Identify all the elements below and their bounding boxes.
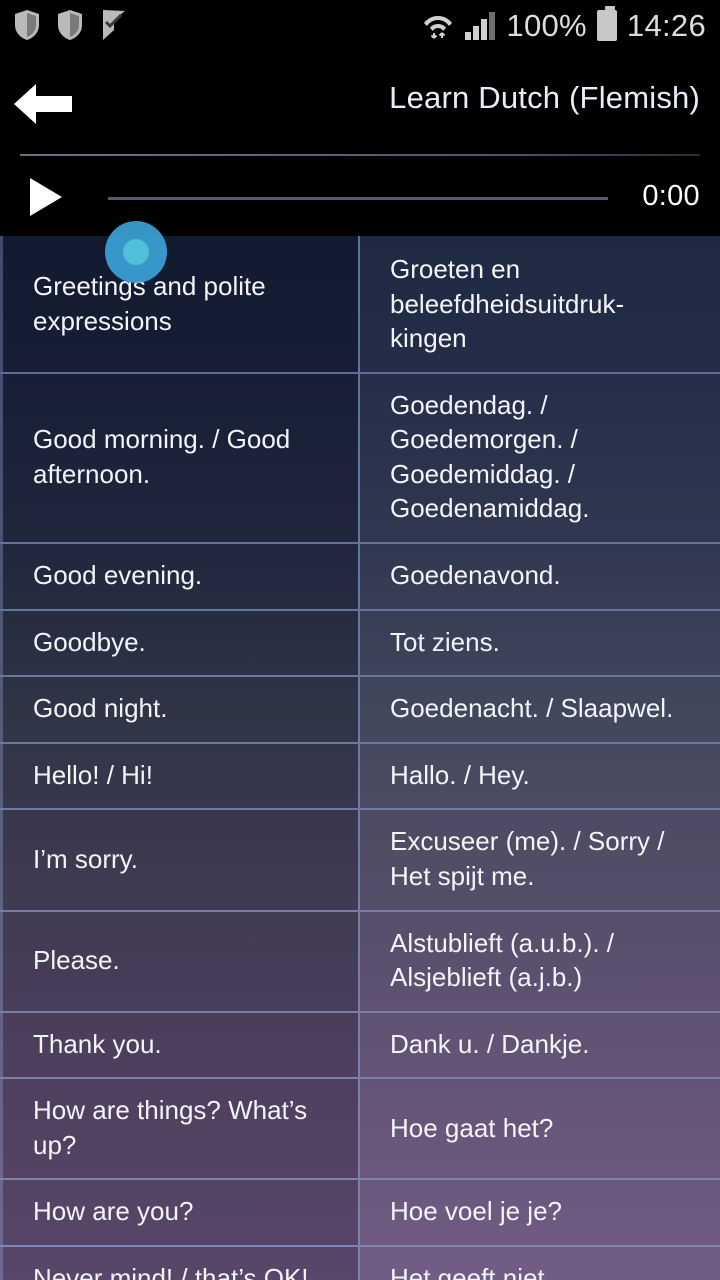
wifi-icon: [424, 16, 453, 39]
phrase-target-cell: Tot ziens.: [360, 610, 720, 676]
table-row[interactable]: Hello! / Hi! Hallo. / Hey.: [0, 743, 720, 811]
check-flag-icon: [103, 10, 125, 40]
table-row[interactable]: Thank you. Dank u. / Dankje.: [0, 1012, 720, 1080]
phrase-source-cell: Goodbye.: [0, 610, 360, 676]
phrase-target-cell: Goedenavond.: [360, 544, 720, 609]
table-row[interactable]: Good night. Goedenacht. / Slaapwel.: [0, 677, 720, 744]
phrase-target-cell: Goedenacht. / Slaapwel.: [360, 677, 720, 742]
play-icon[interactable]: [30, 178, 62, 216]
app-header: Learn Dutch (Flemish) 0:00: [0, 50, 720, 283]
phrase-source-cell: Greetings and polite expressions: [0, 236, 360, 372]
current-time-label: 0:00: [642, 180, 700, 212]
phrase-target-cell: Hallo. / Hey.: [360, 743, 720, 809]
back-arrow-icon[interactable]: [12, 78, 74, 130]
phrase-target-cell: Goedendag. / Goedemorgen. / Goedemiddag.…: [360, 373, 720, 543]
shield-icon: [15, 10, 39, 40]
seek-bar-thumb[interactable]: [105, 221, 167, 283]
header-title-bar: Learn Dutch (Flemish): [0, 50, 720, 162]
phrase-target-cell: Hoe gaat het?: [360, 1079, 720, 1179]
phrase-target-cell: Het geeft niet.: [360, 1246, 720, 1280]
phrase-target-cell: Groeten en beleefdheidsuitdruk-kingen: [360, 236, 720, 372]
phrase-target-cell: Excuseer (me). / Sorry / Het spijt me.: [360, 810, 720, 910]
table-row[interactable]: Good morning. / Good afternoon. Goedendag…: [0, 373, 720, 545]
phrase-target-cell: Hoe voel je je?: [360, 1180, 720, 1245]
app-screen: 100% 14:26 Learn Dutch (Flemish) 0:00 Gr…: [0, 0, 720, 1280]
table-row[interactable]: Please. Alstublieft (a.u.b.). / Alsjeblie…: [0, 911, 720, 1013]
page-title: Learn Dutch (Flemish): [389, 80, 700, 115]
phrase-source-cell: Good evening.: [0, 544, 360, 609]
phrase-source-cell: How are you?: [0, 1180, 360, 1245]
clock-label: 14:26: [626, 7, 706, 43]
header-divider: [20, 154, 700, 156]
phrase-source-cell: Good night.: [0, 677, 360, 742]
phrase-source-cell: I’m sorry.: [0, 810, 360, 910]
phrase-table[interactable]: Greetings and polite expressions Groeten …: [0, 236, 720, 1280]
battery-percent-label: 100%: [506, 7, 587, 43]
phrase-target-cell: Alstublieft (a.u.b.). / Alsjeblieft (a.j…: [360, 911, 720, 1011]
battery-full-icon: [596, 5, 617, 41]
signal-bars-icon: [465, 12, 496, 40]
table-row[interactable]: How are you? Hoe voel je je?: [0, 1180, 720, 1247]
table-row[interactable]: I’m sorry. Excuseer (me). / Sorry / Het s…: [0, 810, 720, 912]
table-row[interactable]: Good evening. Goedenavond.: [0, 544, 720, 611]
seek-bar-track[interactable]: [108, 197, 608, 200]
status-bar: 100% 14:26: [0, 0, 720, 50]
phrase-source-cell: Never mind! / that’s OK!: [0, 1246, 360, 1280]
shield-icon: [58, 10, 82, 40]
phrase-source-cell: How are things? What’s up?: [0, 1079, 360, 1179]
phrase-source-cell: Good morning. / Good afternoon.: [0, 373, 360, 543]
table-row[interactable]: How are things? What’s up? Hoe gaat het?: [0, 1079, 720, 1181]
seek-bar-thumb-inner: [123, 239, 149, 265]
audio-player: 0:00: [0, 162, 720, 236]
phrase-source-cell: Thank you.: [0, 1012, 360, 1078]
table-row[interactable]: Never mind! / that’s OK! Het geeft niet.: [0, 1246, 720, 1280]
phrase-source-cell: Hello! / Hi!: [0, 743, 360, 809]
table-row[interactable]: Goodbye. Tot ziens.: [0, 610, 720, 678]
phrase-target-cell: Dank u. / Dankje.: [360, 1012, 720, 1078]
phrase-source-cell: Please.: [0, 911, 360, 1011]
status-bar-left-icons: [14, 9, 128, 41]
status-bar-right-icons: 100% 14:26: [422, 5, 706, 43]
